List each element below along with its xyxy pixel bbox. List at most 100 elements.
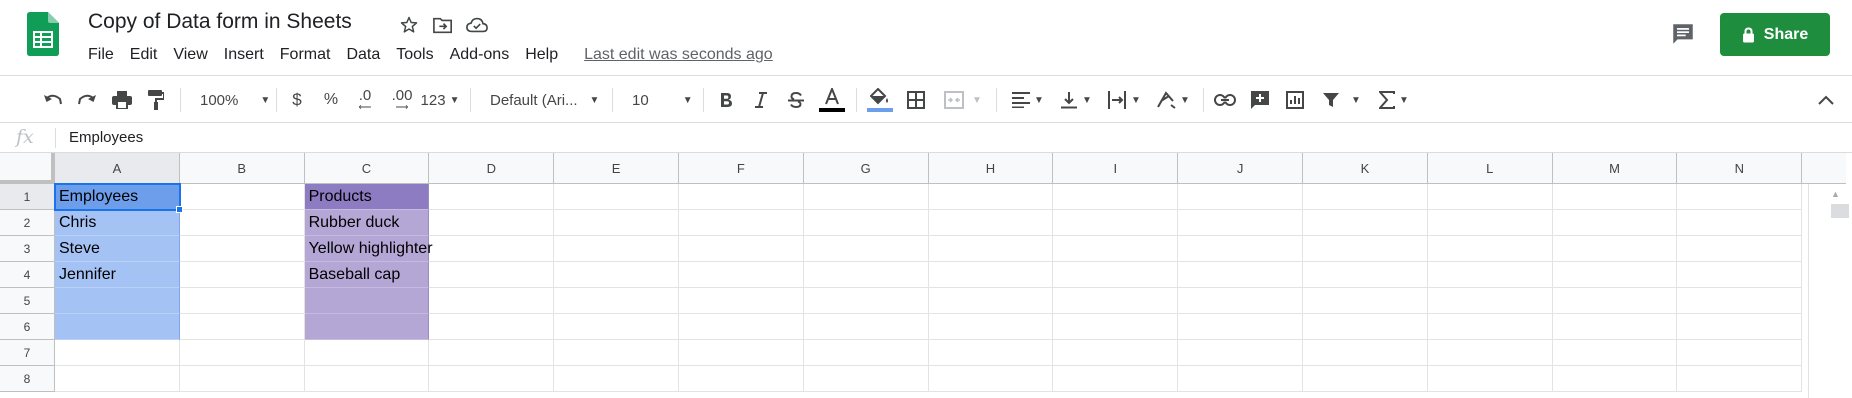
- text-wrapping-button[interactable]: ▼: [1104, 86, 1144, 114]
- cell-e6[interactable]: [554, 314, 679, 340]
- cell-f1[interactable]: [679, 184, 804, 210]
- horizontal-align-button[interactable]: ▼: [1008, 86, 1048, 114]
- cell-l4[interactable]: [1427, 262, 1553, 288]
- merge-cells-button[interactable]: ▼: [940, 86, 986, 114]
- column-header-i[interactable]: I: [1053, 153, 1179, 184]
- cell-n5[interactable]: [1677, 288, 1803, 314]
- cell-a1[interactable]: Employees: [55, 184, 180, 210]
- cell-a6[interactable]: [55, 314, 180, 340]
- cell-k6[interactable]: [1303, 314, 1428, 340]
- column-header-g[interactable]: G: [803, 153, 929, 184]
- collapse-menus-icon[interactable]: [1814, 86, 1838, 114]
- cell-f7[interactable]: [679, 340, 804, 366]
- cell-n2[interactable]: [1677, 210, 1803, 236]
- font-size-select[interactable]: 10 ▼: [624, 86, 694, 114]
- cell-b1[interactable]: [179, 184, 305, 210]
- select-all-corner[interactable]: [0, 153, 55, 184]
- cell-h4[interactable]: [928, 262, 1054, 288]
- cell-h7[interactable]: [928, 340, 1054, 366]
- cell-l1[interactable]: [1427, 184, 1553, 210]
- paint-format-icon[interactable]: [143, 86, 169, 114]
- cell-d8[interactable]: [429, 366, 555, 392]
- insert-comment-icon[interactable]: [1247, 86, 1273, 114]
- cell-i8[interactable]: [1053, 366, 1179, 392]
- vertical-align-button[interactable]: ▼: [1056, 86, 1096, 114]
- formula-input[interactable]: Employees: [69, 129, 143, 146]
- cell-n3[interactable]: [1677, 236, 1803, 262]
- scrollbar-thumb[interactable]: [1831, 204, 1849, 218]
- cell-f3[interactable]: [679, 236, 804, 262]
- cell-g5[interactable]: [803, 288, 929, 314]
- fill-color-button[interactable]: [866, 86, 894, 114]
- cell-a4[interactable]: Jennifer: [55, 262, 180, 288]
- vertical-scrollbar[interactable]: ▲: [1808, 184, 1852, 398]
- column-header-e[interactable]: E: [554, 153, 679, 184]
- cell-g6[interactable]: [803, 314, 929, 340]
- cell-l5[interactable]: [1427, 288, 1553, 314]
- cell-n8[interactable]: [1677, 366, 1803, 392]
- cell-j3[interactable]: [1178, 236, 1303, 262]
- increase-decimal-button[interactable]: .00 ⟶: [385, 86, 419, 114]
- column-header-d[interactable]: D: [429, 153, 555, 184]
- menu-file[interactable]: File: [80, 44, 122, 66]
- column-header-a[interactable]: A: [55, 153, 180, 184]
- share-button[interactable]: Share: [1720, 13, 1830, 56]
- cell-m1[interactable]: [1552, 184, 1678, 210]
- cell-c4[interactable]: Baseball cap: [304, 262, 430, 288]
- cell-g8[interactable]: [803, 366, 929, 392]
- comment-history-icon[interactable]: [1667, 18, 1699, 50]
- cell-i2[interactable]: [1053, 210, 1179, 236]
- cell-a2[interactable]: Chris: [55, 210, 180, 236]
- cell-b6[interactable]: [179, 314, 305, 340]
- cell-h3[interactable]: [928, 236, 1054, 262]
- column-header-j[interactable]: J: [1178, 153, 1303, 184]
- cell-h1[interactable]: [928, 184, 1054, 210]
- row-header-3[interactable]: 3: [0, 236, 55, 262]
- cell-h6[interactable]: [928, 314, 1054, 340]
- cell-a3[interactable]: Steve: [55, 236, 180, 262]
- move-folder-icon[interactable]: [430, 12, 456, 38]
- cell-e4[interactable]: [554, 262, 679, 288]
- cell-i4[interactable]: [1053, 262, 1179, 288]
- cell-d3[interactable]: [429, 236, 555, 262]
- cell-g1[interactable]: [803, 184, 929, 210]
- cell-c6[interactable]: [304, 314, 430, 340]
- fill-handle[interactable]: [175, 206, 183, 213]
- column-header-h[interactable]: H: [928, 153, 1054, 184]
- cell-m7[interactable]: [1552, 340, 1678, 366]
- cell-b3[interactable]: [179, 236, 305, 262]
- cell-m5[interactable]: [1552, 288, 1678, 314]
- cell-h8[interactable]: [928, 366, 1054, 392]
- menu-help[interactable]: Help: [517, 44, 566, 66]
- cell-d6[interactable]: [429, 314, 555, 340]
- cell-e2[interactable]: [554, 210, 679, 236]
- cell-g4[interactable]: [803, 262, 929, 288]
- percent-format-button[interactable]: %: [320, 86, 342, 114]
- cell-m4[interactable]: [1552, 262, 1678, 288]
- cell-i1[interactable]: [1053, 184, 1179, 210]
- cell-k4[interactable]: [1303, 262, 1428, 288]
- cell-h5[interactable]: [928, 288, 1054, 314]
- cell-g7[interactable]: [803, 340, 929, 366]
- undo-icon[interactable]: [40, 86, 66, 114]
- cell-b7[interactable]: [179, 340, 305, 366]
- cell-d7[interactable]: [429, 340, 555, 366]
- cell-c5[interactable]: [304, 288, 430, 314]
- row-header-1[interactable]: 1: [0, 184, 55, 210]
- sheets-logo-icon[interactable]: [27, 12, 59, 56]
- cell-k3[interactable]: [1303, 236, 1428, 262]
- cell-k7[interactable]: [1303, 340, 1428, 366]
- cell-d4[interactable]: [429, 262, 555, 288]
- cell-c1[interactable]: Products: [304, 184, 430, 210]
- cell-d5[interactable]: [429, 288, 555, 314]
- cell-f4[interactable]: [679, 262, 804, 288]
- cell-e5[interactable]: [554, 288, 679, 314]
- cell-j5[interactable]: [1178, 288, 1303, 314]
- cell-a5[interactable]: [55, 288, 180, 314]
- cell-f5[interactable]: [679, 288, 804, 314]
- insert-link-icon[interactable]: [1212, 86, 1238, 114]
- cell-m6[interactable]: [1552, 314, 1678, 340]
- row-header-4[interactable]: 4: [0, 262, 55, 288]
- cloud-saved-icon[interactable]: [464, 12, 490, 38]
- insert-chart-icon[interactable]: [1282, 86, 1308, 114]
